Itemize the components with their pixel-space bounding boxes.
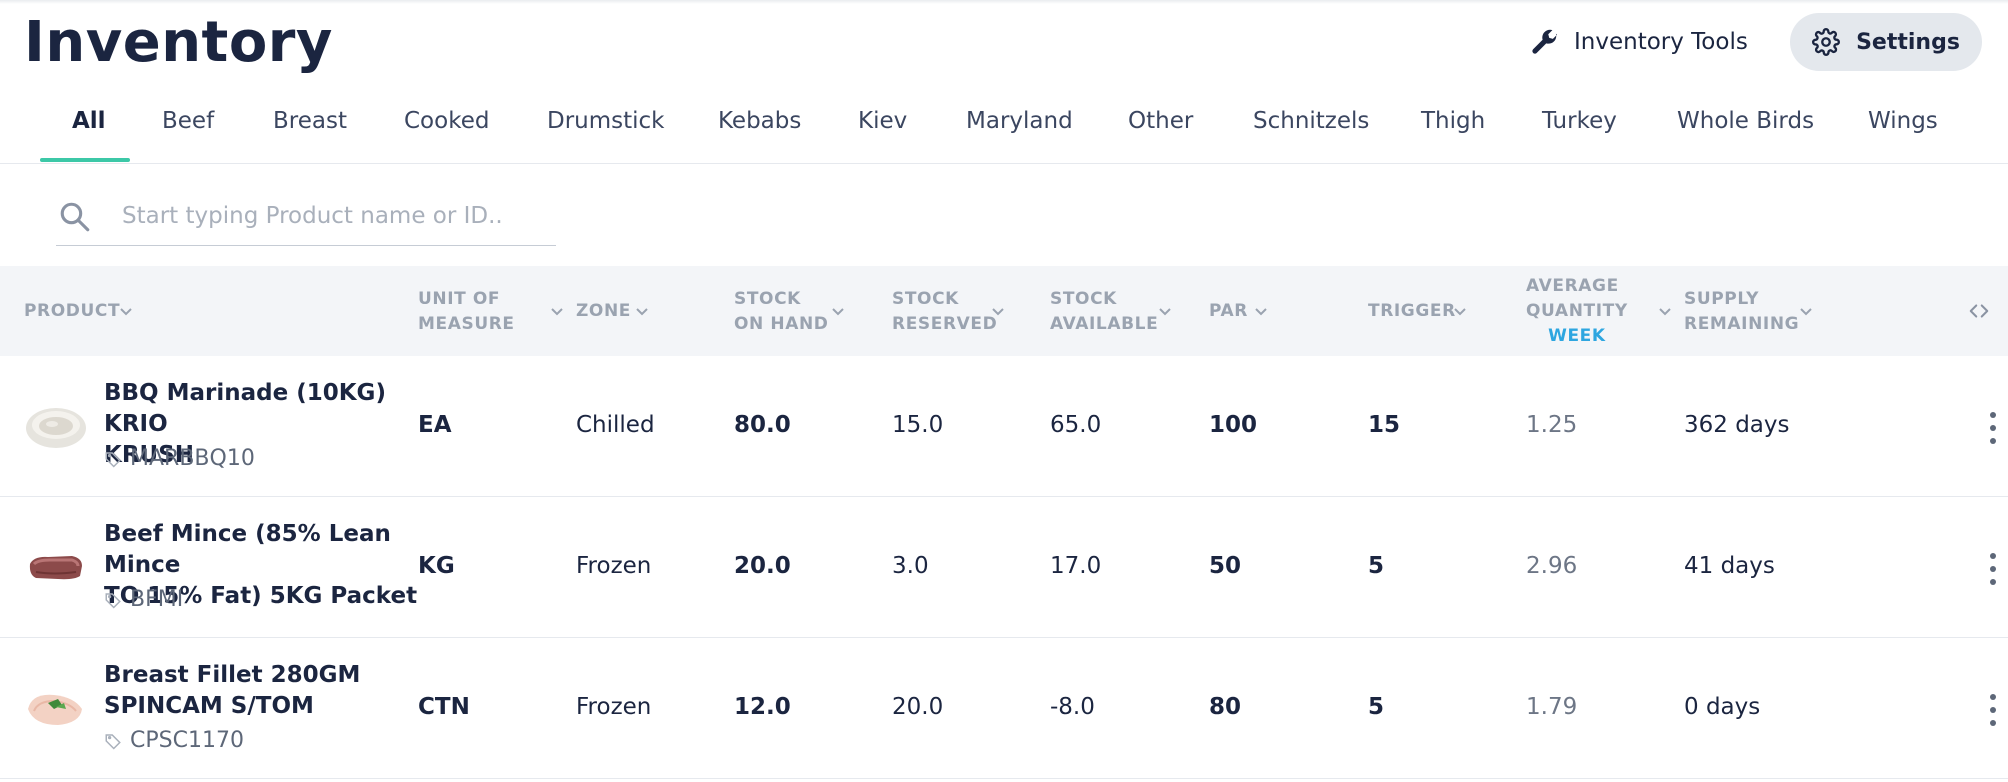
chevron-down-icon[interactable] <box>1657 303 1673 319</box>
settings-label: Settings <box>1856 29 1960 55</box>
tab-cooked[interactable]: Cooked <box>404 108 489 134</box>
row-menu-icon[interactable] <box>1988 553 1998 587</box>
cell-trigger: 5 <box>1368 553 1385 579</box>
cell-zone: Chilled <box>576 412 655 438</box>
table-row[interactable]: Breast Fillet 280GM SPINCAM S/TOM CPSC117… <box>0 638 2008 779</box>
search-input[interactable] <box>122 198 542 234</box>
chevron-down-icon[interactable] <box>1452 303 1468 319</box>
tab-schnitzels[interactable]: Schnitzels <box>1253 108 1369 134</box>
gear-icon <box>1812 28 1841 56</box>
cell-average-quantity: 1.79 <box>1526 694 1578 720</box>
col-stock-available[interactable]: STOCK AVAILABLE <box>1050 287 1158 337</box>
chevron-down-icon[interactable] <box>1798 303 1814 319</box>
tab-all[interactable]: All <box>72 108 106 134</box>
chevron-down-icon[interactable] <box>830 303 846 319</box>
col-supply-remaining[interactable]: SUPPLY REMAINING <box>1684 287 1799 337</box>
marinade-bowl-thumb <box>26 408 86 448</box>
tab-kebabs[interactable]: Kebabs <box>718 108 801 134</box>
table-header: PRODUCT UNIT OF MEASURE ZONE STOCK ON HAND… <box>0 266 2008 356</box>
cell-supply-remaining: 41 days <box>1684 553 1775 579</box>
chevron-down-icon[interactable] <box>118 303 134 319</box>
product-name[interactable]: Breast Fillet 280GM SPINCAM S/TOM <box>104 660 424 722</box>
search-icon <box>60 202 90 232</box>
cell-uom: KG <box>418 553 455 579</box>
cell-trigger: 15 <box>1368 412 1401 438</box>
inventory-tools-button[interactable]: Inventory Tools <box>1530 18 1748 66</box>
chevron-down-icon[interactable] <box>1253 303 1269 319</box>
tag-icon <box>105 592 121 609</box>
col-trigger[interactable]: TRIGGER <box>1368 299 1456 324</box>
col-stock-on-hand[interactable]: STOCK ON HAND <box>734 287 829 337</box>
cell-par: 100 <box>1209 412 1258 438</box>
cell-stock-reserved: 20.0 <box>892 694 944 720</box>
cell-average-quantity: 1.25 <box>1526 412 1578 438</box>
cell-stock-available: 17.0 <box>1050 553 1102 579</box>
cell-stock-on-hand: 80.0 <box>734 412 791 438</box>
cell-uom: CTN <box>418 694 470 720</box>
cell-stock-available: 65.0 <box>1050 412 1102 438</box>
tab-thigh[interactable]: Thigh <box>1421 108 1485 134</box>
cell-stock-reserved: 15.0 <box>892 412 944 438</box>
page-title: Inventory <box>24 10 333 75</box>
cell-zone: Frozen <box>576 553 652 579</box>
cell-par: 50 <box>1209 553 1242 579</box>
cell-stock-available: -8.0 <box>1050 694 1095 720</box>
table-row[interactable]: Beef Mince (85% Lean Mince TO 15% Fat) 5K… <box>0 497 2008 638</box>
cell-average-quantity: 2.96 <box>1526 553 1578 579</box>
cell-zone: Frozen <box>576 694 652 720</box>
tag-icon <box>105 451 121 468</box>
tab-other[interactable]: Other <box>1128 108 1193 134</box>
chevron-down-icon[interactable] <box>1157 303 1173 319</box>
settings-button[interactable]: Settings <box>1790 13 1982 71</box>
chevron-down-icon[interactable] <box>549 303 565 319</box>
tab-drumstick[interactable]: Drumstick <box>547 108 665 134</box>
row-menu-icon[interactable] <box>1988 412 1998 446</box>
tab-maryland[interactable]: Maryland <box>966 108 1073 134</box>
cell-uom: EA <box>418 412 452 438</box>
inventory-tools-label: Inventory Tools <box>1574 29 1748 55</box>
wrench-icon <box>1532 29 1557 54</box>
col-unit-of-measure[interactable]: UNIT OF MEASURE <box>418 287 515 337</box>
breast-fillet-thumb <box>28 694 82 725</box>
category-tabs: All Beef Breast Cooked Drumstick Kebabs … <box>0 96 2008 164</box>
chevron-down-icon[interactable] <box>634 303 650 319</box>
search-bar <box>56 192 556 246</box>
cell-stock-on-hand: 12.0 <box>734 694 791 720</box>
cell-supply-remaining: 0 days <box>1684 694 1761 720</box>
col-product[interactable]: PRODUCT <box>24 299 120 324</box>
product-id: MARBBQ10 <box>104 446 255 471</box>
tag-icon <box>105 733 121 750</box>
period-selector-week[interactable]: WEEK <box>1526 324 1628 349</box>
col-average-quantity[interactable]: AVERAGE QUANTITY WEEK <box>1526 274 1628 349</box>
cell-supply-remaining: 362 days <box>1684 412 1790 438</box>
beef-mince-thumb <box>29 556 82 580</box>
expand-columns-icon[interactable] <box>1968 300 1990 322</box>
product-id: BFMI <box>104 587 183 612</box>
product-id: CPSC1170 <box>104 728 244 753</box>
col-zone[interactable]: ZONE <box>576 299 631 324</box>
chevron-down-icon[interactable] <box>990 303 1006 319</box>
table-row[interactable]: BBQ Marinade (10KG) KRIO KRUSH MARBBQ10 E… <box>0 356 2008 497</box>
cell-stock-reserved: 3.0 <box>892 553 929 579</box>
row-menu-icon[interactable] <box>1988 694 1998 728</box>
tab-beef[interactable]: Beef <box>162 108 214 134</box>
tab-wings[interactable]: Wings <box>1868 108 1938 134</box>
cell-stock-on-hand: 20.0 <box>734 553 791 579</box>
col-stock-reserved[interactable]: STOCK RESERVED <box>892 287 997 337</box>
cell-trigger: 5 <box>1368 694 1385 720</box>
tab-whole-birds[interactable]: Whole Birds <box>1677 108 1814 134</box>
col-par[interactable]: PAR <box>1209 299 1248 324</box>
tab-kiev[interactable]: Kiev <box>858 108 907 134</box>
active-tab-indicator <box>40 158 130 162</box>
tab-turkey[interactable]: Turkey <box>1542 108 1617 134</box>
cell-par: 80 <box>1209 694 1242 720</box>
tab-breast[interactable]: Breast <box>273 108 347 134</box>
top-shadow <box>0 0 2008 4</box>
